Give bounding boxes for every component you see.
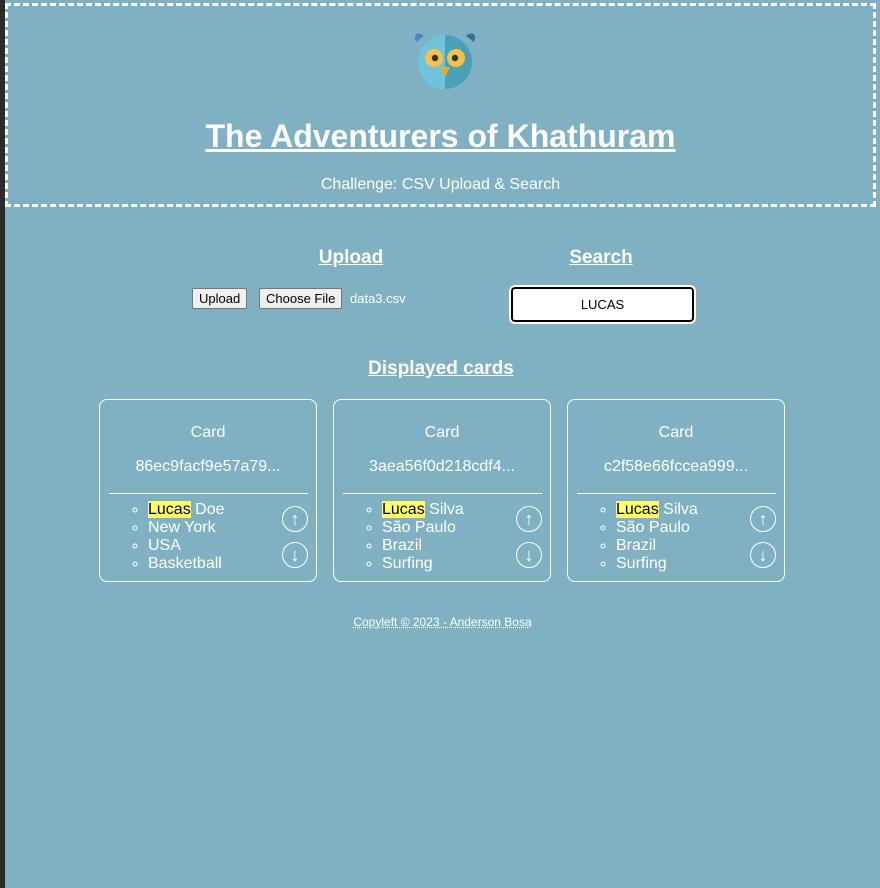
move-down-button[interactable]: ↓ (750, 542, 776, 568)
card-sport: Surfing (616, 555, 698, 573)
card-id: c2f58e66fccea999... (603, 458, 749, 475)
card-title: Card (424, 424, 460, 441)
card-city: São Paulo (382, 519, 464, 537)
search-highlight: Lucas (382, 501, 425, 518)
search-highlight: Lucas (148, 501, 191, 518)
selected-filename: data3.csv (350, 291, 406, 306)
card-country: Brazil (616, 537, 698, 555)
card-city: New York (148, 519, 225, 537)
card-title: Card (190, 424, 226, 441)
search-highlight: Lucas (616, 501, 659, 518)
card: Card 3aea56f0d218cdf4... Lucas Silva São… (333, 399, 551, 582)
card-name: Lucas Silva (382, 501, 464, 519)
search-heading: Search (569, 247, 633, 268)
card-details-list: Lucas Doe New York USA Basketball (130, 501, 225, 573)
card-name-rest: Doe (190, 501, 225, 518)
move-down-button[interactable]: ↓ (282, 542, 308, 568)
card-country: Brazil (382, 537, 464, 555)
footer-copyright[interactable]: Copyleft © 2023 - Anderson Bosa (5, 615, 880, 629)
move-up-button[interactable]: ↑ (282, 506, 308, 532)
card-divider (343, 493, 542, 494)
card-id: 3aea56f0d218cdf4... (369, 458, 515, 475)
card-country: USA (148, 537, 225, 555)
card-name-rest: Silva (658, 501, 698, 518)
card-name: Lucas Doe (148, 501, 225, 519)
upload-button[interactable]: Upload (192, 288, 248, 309)
card-details-list: Lucas Silva São Paulo Brazil Surfing (364, 501, 464, 573)
card: Card c2f58e66fccea999... Lucas Silva São… (567, 399, 785, 582)
card-sport: Basketball (148, 555, 225, 573)
card-divider (109, 493, 308, 494)
page-title: The Adventurers of Khathuram (205, 118, 676, 154)
card-id: 86ec9facf9e57a79... (135, 458, 281, 475)
card: Card 86ec9facf9e57a79... Lucas Doe New Y… (99, 399, 317, 582)
header: The Adventurers of Khathuram Challenge: … (5, 3, 876, 207)
move-up-button[interactable]: ↑ (750, 506, 776, 532)
card-name: Lucas Silva (616, 501, 698, 519)
displayed-cards-heading: Displayed cards (368, 358, 514, 379)
card-title: Card (658, 424, 694, 441)
owl-logo-icon (414, 33, 476, 89)
choose-file-button[interactable]: Choose File (259, 288, 343, 309)
move-down-button[interactable]: ↓ (516, 542, 542, 568)
card-divider (577, 493, 776, 494)
card-name-rest: Silva (424, 501, 464, 518)
card-city: São Paulo (616, 519, 698, 537)
card-sport: Surfing (382, 555, 464, 573)
card-details-list: Lucas Silva São Paulo Brazil Surfing (598, 501, 698, 573)
upload-heading: Upload (318, 247, 384, 268)
search-input[interactable] (509, 285, 696, 324)
move-up-button[interactable]: ↑ (516, 506, 542, 532)
page: The Adventurers of Khathuram Challenge: … (5, 0, 880, 888)
page-subtitle: Challenge: CSV Upload & Search (320, 176, 561, 193)
